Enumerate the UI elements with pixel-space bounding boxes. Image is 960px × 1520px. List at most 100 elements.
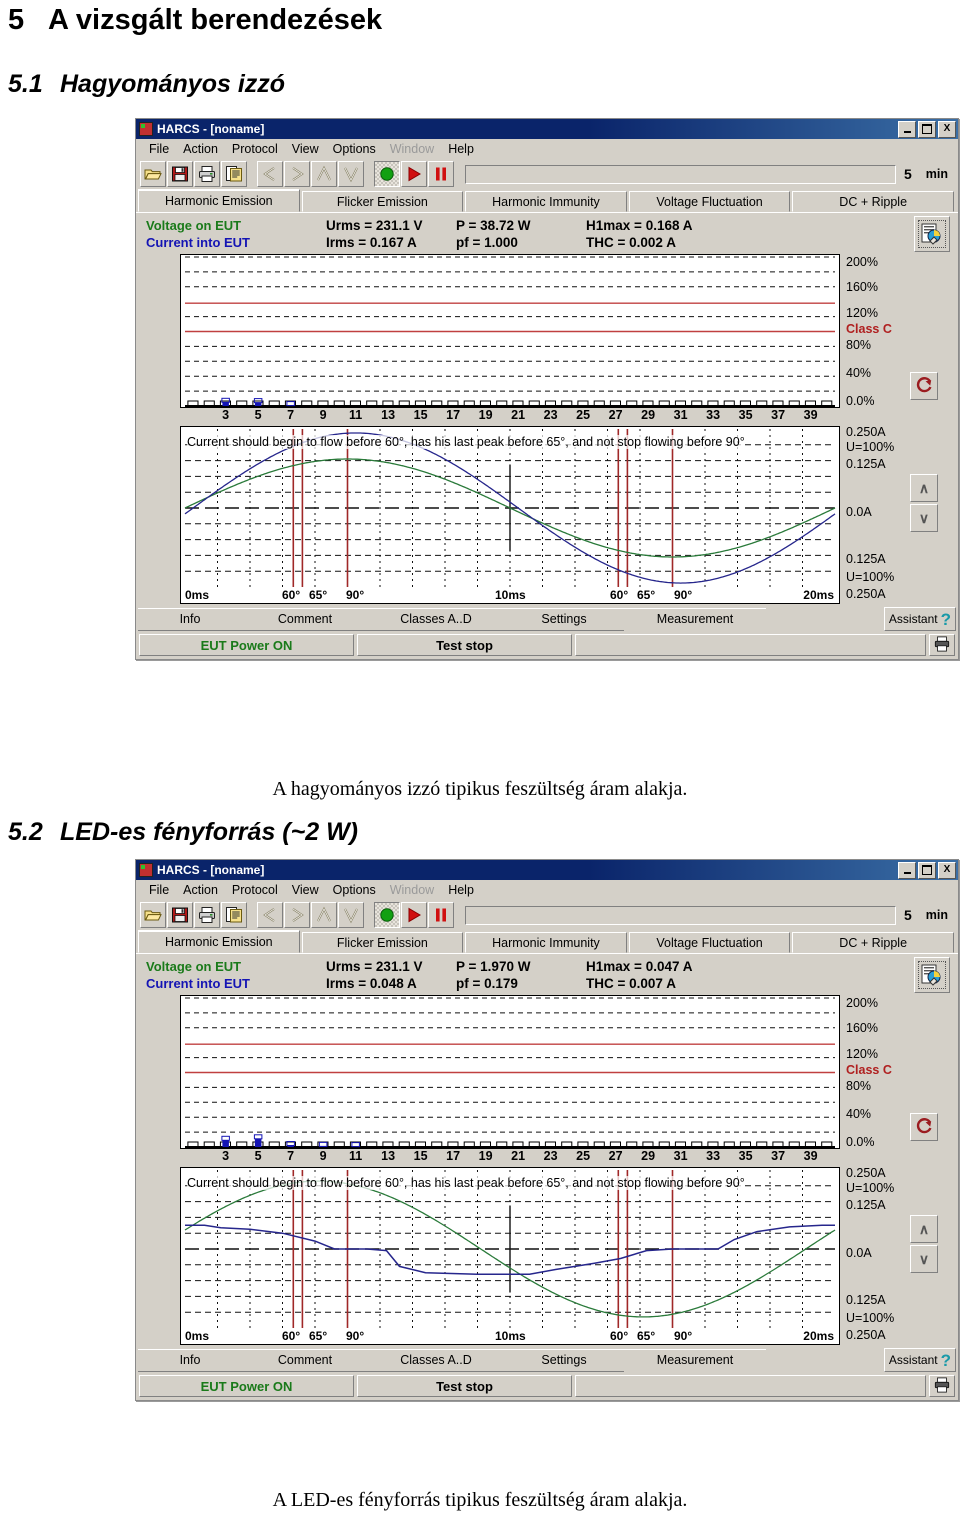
print-button[interactable]	[194, 161, 220, 187]
bottom-tab-comment[interactable]: Comment	[242, 607, 368, 631]
refresh-button[interactable]	[910, 1113, 938, 1141]
scroll-up-button[interactable]: ∧	[910, 474, 938, 502]
status-badge-power: EUT Power ON	[139, 634, 354, 656]
save-floppy-button[interactable]	[167, 161, 193, 187]
minimize-button[interactable]	[898, 120, 916, 138]
timer-unit: min	[925, 167, 948, 181]
report-button[interactable]	[221, 902, 247, 928]
record-button[interactable]	[374, 902, 400, 928]
test-stop-button[interactable]: Test stop	[357, 1375, 572, 1397]
menu-item-action[interactable]: Action	[176, 882, 225, 898]
pause-button[interactable]	[428, 161, 454, 187]
menu-item-action[interactable]: Action	[176, 141, 225, 157]
next-icon	[288, 906, 306, 924]
menu-item-help[interactable]: Help	[441, 882, 481, 898]
bottom-tab-measurement[interactable]: Measurement	[624, 607, 766, 631]
tab-flicker-emission[interactable]: Flicker Emission	[301, 932, 464, 953]
menu-item-options[interactable]: Options	[326, 882, 383, 898]
waveform-ytick-n250: 0.250A	[846, 587, 886, 601]
harmonic-xtick: 25	[576, 408, 591, 422]
tab-harmonic-emission[interactable]: Harmonic Emission	[138, 189, 300, 212]
prev-button[interactable]	[257, 902, 283, 928]
menu-item-view[interactable]: View	[285, 882, 326, 898]
menu-item-protocol[interactable]: Protocol	[225, 141, 285, 157]
next-button[interactable]	[284, 902, 310, 928]
tab-dc-ripple[interactable]: DC + Ripple	[792, 932, 954, 953]
harmonic-bar-chart-incandescent[interactable]	[180, 254, 840, 413]
tab-harmonic-emission[interactable]: Harmonic Emission	[138, 930, 300, 953]
waveform-chart-incandescent[interactable]: Current should begin to flow before 60°,…	[180, 426, 840, 604]
down-button[interactable]	[338, 161, 364, 187]
report-preview-button[interactable]	[914, 216, 950, 252]
harmonic-xtick: 17	[446, 1149, 461, 1163]
menu-item-file[interactable]: File	[142, 141, 176, 157]
waveform-xtick-60a: 60°	[282, 588, 301, 602]
open-folder-button[interactable]	[140, 161, 166, 187]
record-button[interactable]	[374, 161, 400, 187]
play-button[interactable]	[401, 902, 427, 928]
harmonic-bar-chart-led[interactable]	[180, 995, 840, 1154]
waveform-chart-led[interactable]: Current should begin to flow before 60°,…	[180, 1167, 840, 1345]
refresh-button[interactable]	[910, 372, 938, 400]
bottom-tab-info[interactable]: Info	[138, 607, 242, 631]
tab-harmonic-immunity[interactable]: Harmonic Immunity	[465, 191, 627, 212]
bottom-tab-settings[interactable]: Settings	[504, 607, 624, 631]
scroll-up-button[interactable]: ∧	[910, 1215, 938, 1243]
pause-button[interactable]	[428, 902, 454, 928]
printer-icon	[934, 1376, 950, 1396]
minimize-button[interactable]	[898, 861, 916, 879]
harmonic-xtick: 19	[478, 408, 493, 422]
tab-voltage-fluctuation[interactable]: Voltage Fluctuation	[628, 191, 791, 212]
harmonic-xtick: 5	[254, 1149, 262, 1163]
menu-item-file[interactable]: File	[142, 882, 176, 898]
assistant-button[interactable]: Assistant ?	[883, 607, 956, 631]
tab-dc-ripple[interactable]: DC + Ripple	[792, 191, 954, 212]
test-stop-button[interactable]: Test stop	[357, 634, 572, 656]
prev-button[interactable]	[257, 161, 283, 187]
harmonic-xtick: 33	[706, 1149, 721, 1163]
menu-item-help[interactable]: Help	[441, 141, 481, 157]
scroll-down-button[interactable]: ∨	[910, 504, 938, 532]
menu-item-options[interactable]: Options	[326, 141, 383, 157]
maximize-button[interactable]	[918, 120, 936, 138]
play-button[interactable]	[401, 161, 427, 187]
menu-item-protocol[interactable]: Protocol	[225, 882, 285, 898]
close-button[interactable]: X	[938, 861, 956, 879]
refresh-icon	[914, 1116, 934, 1139]
down-button[interactable]	[338, 902, 364, 928]
harmonic-xtick: 13	[381, 408, 396, 422]
bottom-tab-info[interactable]: Info	[138, 1348, 242, 1372]
up-button[interactable]	[311, 161, 337, 187]
waveform-side-buttons: ∧ ∨	[906, 426, 948, 604]
next-button[interactable]	[284, 161, 310, 187]
save-floppy-button[interactable]	[167, 902, 193, 928]
close-button[interactable]: X	[938, 120, 956, 138]
harmonic-ytick-80: 80%	[846, 1079, 872, 1093]
open-folder-icon	[144, 165, 162, 183]
print-status-button[interactable]	[929, 634, 955, 656]
print-button[interactable]	[194, 902, 220, 928]
bottom-tab-comment[interactable]: Comment	[242, 1348, 368, 1372]
tab-flicker-emission[interactable]: Flicker Emission	[301, 191, 464, 212]
bottom-tab-classes-a-d[interactable]: Classes A..D	[368, 607, 504, 631]
measurement-readout-led: Voltage on EUT Current into EUT Urms = 2…	[136, 954, 958, 995]
subsection-2-title: LED-es fényforrás (~2 W)	[60, 818, 358, 846]
scroll-down-button[interactable]: ∨	[910, 1245, 938, 1273]
pf-key: pf =	[456, 235, 481, 250]
tab-harmonic-immunity[interactable]: Harmonic Immunity	[465, 932, 627, 953]
bottom-tab-classes-a-d[interactable]: Classes A..D	[368, 1348, 504, 1372]
bottom-tab-settings[interactable]: Settings	[504, 1348, 624, 1372]
print-status-button[interactable]	[929, 1375, 955, 1397]
menu-item-view[interactable]: View	[285, 141, 326, 157]
bottom-tab-measurement[interactable]: Measurement	[624, 1348, 766, 1372]
waveform-xtick-90b: 90°	[674, 588, 693, 602]
up-button[interactable]	[311, 902, 337, 928]
harmonic-xtick: 33	[706, 408, 721, 422]
tab-voltage-fluctuation[interactable]: Voltage Fluctuation	[628, 932, 791, 953]
pause-icon	[432, 906, 450, 924]
assistant-button[interactable]: Assistant ?	[883, 1348, 956, 1372]
maximize-button[interactable]	[918, 861, 936, 879]
report-button[interactable]	[221, 161, 247, 187]
report-preview-button[interactable]	[914, 957, 950, 993]
open-folder-button[interactable]	[140, 902, 166, 928]
